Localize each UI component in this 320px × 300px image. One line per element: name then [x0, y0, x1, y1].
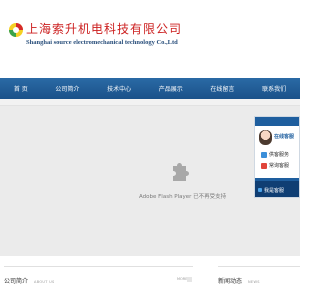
avatar [259, 130, 272, 145]
customer-service-panel: 在线客服 供客服务 常询客服 我是客服 [254, 116, 300, 198]
news-section-subtitle: NEWS [248, 280, 260, 284]
nav-item-message[interactable]: 在线留言 [210, 84, 234, 93]
nav-item-about[interactable]: 公司简介 [55, 84, 79, 93]
company-logo-icon [9, 23, 23, 37]
nav-item-tech[interactable]: 技术中心 [107, 84, 131, 93]
news-section-header: 新闻动态 NEWS [218, 276, 260, 286]
about-section-title: 公司简介 [4, 278, 29, 285]
service-item-1[interactable]: 供客服务 [261, 150, 299, 159]
news-section: 新闻动态 NEWS [218, 266, 300, 300]
service-item-2[interactable]: 常询客服 [261, 161, 299, 170]
service-item-label: 供客服务 [269, 152, 290, 158]
service-footer-bar [255, 178, 299, 181]
nav-item-contact[interactable]: 联系我们 [262, 84, 286, 93]
nav-underline-band [0, 99, 300, 106]
more-arrow-icon[interactable] [187, 277, 192, 282]
service-panel-header [255, 117, 299, 126]
qq-icon [261, 162, 267, 169]
qq-icon [261, 151, 267, 158]
header: 上海索升机电科技有限公司 Shanghai source electromech… [0, 0, 300, 78]
online-service[interactable]: 在线客服 [257, 126, 297, 148]
main-nav: 首 页 公司简介 技术中心 产品展示 在线留言 联系我们 [0, 78, 300, 99]
about-section: 公司简介 ABOUT US MORE+ [4, 266, 193, 300]
nav-item-home[interactable]: 首 页 [14, 84, 28, 93]
nav-item-products[interactable]: 产品展示 [159, 84, 183, 93]
service-item-label: 常询客服 [269, 163, 290, 169]
service-footer-label: 我是客服 [264, 188, 285, 194]
service-panel-footer[interactable]: 我是客服 [255, 178, 299, 197]
about-section-subtitle: ABOUT US [34, 280, 55, 284]
about-section-header: 公司简介 ABOUT US [4, 276, 55, 286]
flash-unsupported-message: Adobe Flash Player 已不再受支持 [139, 194, 227, 200]
online-service-label: 在线客服 [274, 134, 295, 140]
company-subtitle: Shanghai source electromechanical techno… [26, 39, 178, 46]
company-title: 上海索升机电科技有限公司 [26, 22, 183, 36]
news-section-title: 新闻动态 [218, 278, 243, 285]
page: 上海索升机电科技有限公司 Shanghai source electromech… [0, 0, 300, 300]
chat-icon [258, 188, 262, 192]
puzzle-piece-icon [173, 163, 189, 181]
